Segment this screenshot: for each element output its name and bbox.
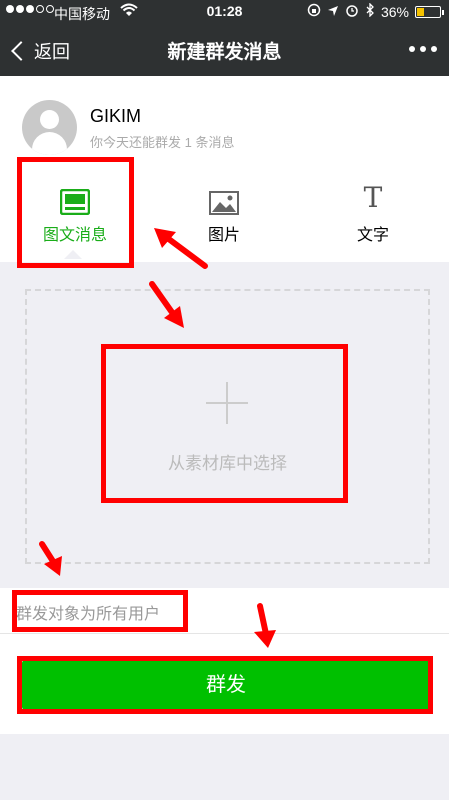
account-name: GIKIM [90, 106, 142, 126]
navigation-bar: 返回 新建群发消息 [0, 24, 449, 76]
rotation-lock-icon [307, 3, 321, 20]
status-bar: 中国移动 01:28 36% [0, 0, 449, 24]
annotation-box-library [101, 344, 348, 503]
annotation-arrow-icon [149, 281, 184, 328]
battery-icon [415, 5, 444, 18]
location-icon [327, 4, 339, 20]
bluetooth-icon [365, 2, 375, 20]
tab-text[interactable]: T 文字 [298, 181, 448, 245]
page-title: 新建群发消息 [167, 42, 282, 63]
annotation-box-send [17, 656, 433, 714]
text-icon: T [363, 181, 383, 214]
battery-percent: 36% [380, 3, 409, 20]
annotation-box-tab [17, 157, 134, 268]
annotation-arrow-icon [39, 541, 62, 576]
annotation-arrow-icon [254, 603, 276, 648]
top-bar: 中国移动 01:28 36% 返回 新建群发消息 [0, 0, 449, 76]
alarm-icon [345, 3, 359, 20]
more-menu-icon[interactable] [409, 46, 437, 52]
image-icon [149, 181, 299, 215]
quota-text: 你今天还能群发 1 条消息 [90, 135, 235, 150]
annotation-box-target [12, 590, 188, 632]
avatar [22, 100, 77, 155]
annotation-arrow-icon [154, 228, 208, 269]
tab-text-label: 文字 [356, 227, 389, 244]
